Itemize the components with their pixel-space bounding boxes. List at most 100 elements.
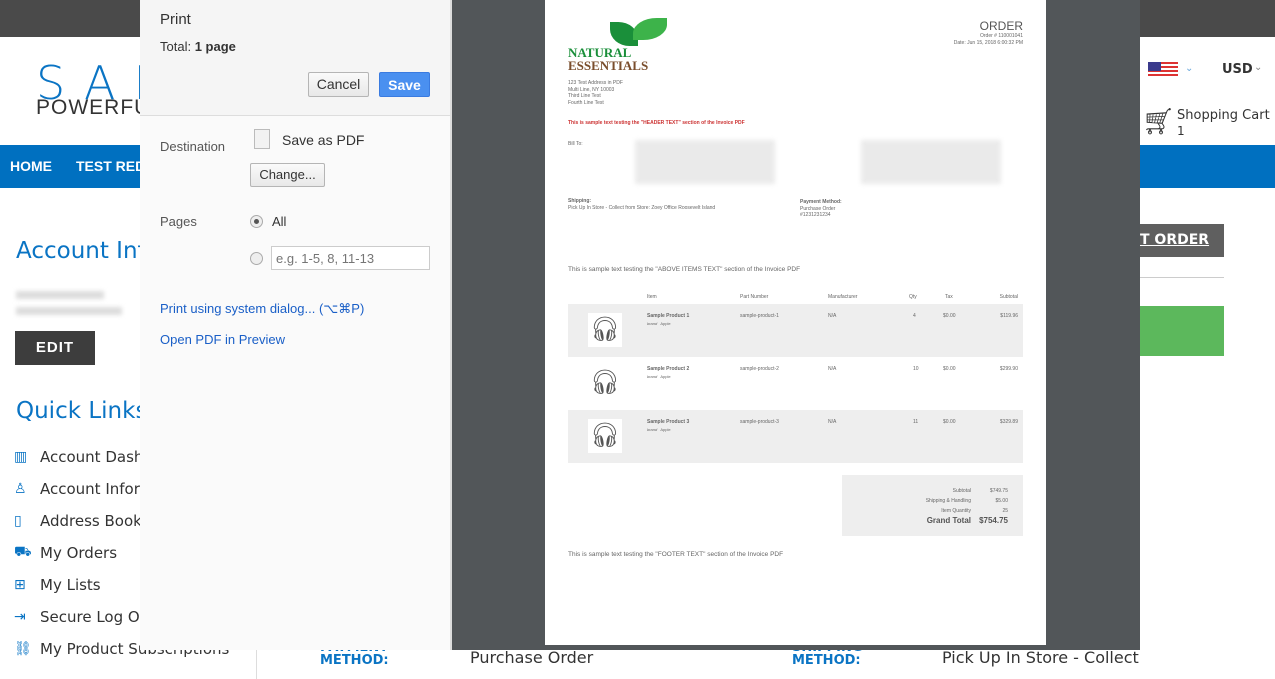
shopping-cart-link[interactable]: Shopping Cart xyxy=(1177,108,1270,123)
item-brand: brand Apple xyxy=(647,427,671,432)
book-icon: ▯ xyxy=(14,513,22,529)
bill-to-label: Bill To: xyxy=(568,141,583,147)
item-qty: 10 xyxy=(913,366,919,372)
total-pages: Total: 1 page xyxy=(160,39,236,54)
invoice-logo-essentials: ESSENTIALS xyxy=(568,58,649,73)
blurred-ship-to xyxy=(861,140,1001,184)
order-button[interactable]: T ORDER xyxy=(1140,224,1224,257)
link-icon: ⛓ xyxy=(14,641,32,657)
col-mfr: Manufacturer xyxy=(828,294,858,300)
save-button[interactable]: Save xyxy=(379,72,430,97)
item-subtotal: $299.90 xyxy=(999,366,1018,372)
table-row: 🎧︎ Sample Product 3 brand Apple sample-p… xyxy=(568,410,1023,463)
item-name: Sample Product 3 xyxy=(647,419,690,425)
col-tax: Tax xyxy=(945,294,953,300)
cart-icon[interactable]: 🛒︎ xyxy=(1142,106,1175,137)
system-dialog-link[interactable]: Print using system dialog... (⌥⌘P) xyxy=(160,301,364,317)
pages-custom-radio[interactable] xyxy=(250,252,263,265)
leaf-logo-icon xyxy=(633,18,667,40)
print-dialog-header: Print Total: 1 page Cancel Save xyxy=(140,0,450,116)
open-preview-link[interactable]: Open PDF in Preview xyxy=(160,332,285,347)
shipping-method-value: Pick Up In Store - Collect xyxy=(942,648,1139,667)
quick-link-lists[interactable]: ⊞ My Lists xyxy=(14,576,101,594)
green-action-button[interactable] xyxy=(1140,306,1224,356)
quick-link-logout[interactable]: ⇥ Secure Log O xyxy=(14,608,140,626)
nav-home[interactable]: HOME xyxy=(10,158,52,174)
document-icon xyxy=(254,129,270,149)
destination-value: Save as PDF xyxy=(282,132,365,148)
item-subtotal: $329.89 xyxy=(999,419,1018,425)
invoice-page: NATURAL ESSENTIALS 123 Test Address in P… xyxy=(545,0,1046,645)
chevron-down-icon: ⌄ xyxy=(1254,62,1263,73)
cancel-button[interactable]: Cancel xyxy=(308,72,369,97)
change-destination-button[interactable]: Change... xyxy=(250,163,325,187)
blurred-email xyxy=(16,307,122,315)
quick-link-orders[interactable]: ⛟ My Orders xyxy=(14,544,117,562)
quick-link-address-book[interactable]: ▯ Address Book xyxy=(14,512,142,530)
chart-icon: ▥ xyxy=(14,449,28,465)
quick-link-dashboard[interactable]: ▥ Account Dash xyxy=(14,448,143,466)
item-mfr: N/A xyxy=(828,419,837,425)
table-row: 🎧︎ Sample Product 1 brand Apple sample-p… xyxy=(568,304,1023,357)
invoice-meta: Order # 110001041 Date: Jun 15, 2018 6:00… xyxy=(953,33,1023,46)
print-title: Print xyxy=(160,11,191,28)
item-subtotal: $119.96 xyxy=(1000,313,1018,319)
quick-links-title: Quick Links xyxy=(16,398,148,424)
shipping-label: Shipping: xyxy=(568,198,592,204)
pages-range-input[interactable] xyxy=(271,246,430,270)
invoice-address: 123 Test Address in PDF Multi Line, NY 10… xyxy=(568,80,623,106)
chevron-down-icon[interactable]: ⌄ xyxy=(1185,63,1193,74)
quick-link-account-info[interactable]: ♙ Account Infor xyxy=(14,480,140,498)
invoice-header-text: This is sample text testing the "HEADER … xyxy=(568,120,745,126)
col-part: Part Number xyxy=(740,294,769,300)
payment-label: Payment Method: xyxy=(800,199,842,205)
grand-total-label: Grand Total xyxy=(926,516,971,525)
grand-total-value: $754.75 xyxy=(979,516,1008,525)
headphones-icon: 🎧︎ xyxy=(588,419,622,453)
col-item: Item xyxy=(647,294,657,300)
item-part: sample-product-2 xyxy=(740,366,779,372)
edit-button[interactable]: EDIT xyxy=(15,331,95,365)
headphones-icon: 🎧︎ xyxy=(588,366,622,400)
item-tax: $0.00 xyxy=(943,366,956,372)
item-tax: $0.00 xyxy=(943,419,956,425)
shipping-value: Pick Up In Store - Collect from Store: Z… xyxy=(568,205,716,211)
item-tax: $0.00 xyxy=(943,313,956,319)
divider xyxy=(256,650,257,679)
headphones-icon: 🎧︎ xyxy=(588,313,622,347)
logout-icon: ⇥ xyxy=(14,609,26,625)
col-qty: Qty xyxy=(909,294,917,300)
item-brand: brand Apple xyxy=(647,321,671,326)
blurred-bill-to xyxy=(635,140,775,184)
cart-count[interactable]: 1 xyxy=(1177,124,1185,138)
gift-icon: ⊞ xyxy=(14,577,26,593)
payment-value: Purchase Order #1231231234 xyxy=(800,206,836,218)
item-part: sample-product-3 xyxy=(740,419,779,425)
above-items-text: This is sample text testing the "ABOVE I… xyxy=(568,266,801,273)
us-flag-icon[interactable] xyxy=(1148,62,1178,78)
item-name: Sample Product 1 xyxy=(647,313,690,319)
item-qty: 11 xyxy=(913,419,919,425)
print-dialog: Print Total: 1 page Cancel Save Destinat… xyxy=(140,0,452,650)
invoice-title: ORDER xyxy=(979,19,1023,33)
destination-label: Destination xyxy=(160,139,226,154)
blurred-name xyxy=(16,291,104,299)
item-name: Sample Product 2 xyxy=(647,366,690,372)
totals-box: Subtotal Shipping & Handling Item Quantity… xyxy=(842,475,1023,536)
item-mfr: N/A xyxy=(828,313,837,319)
pages-all-radio[interactable] xyxy=(250,215,263,228)
item-mfr: N/A xyxy=(828,366,837,372)
currency-selector[interactable]: USD xyxy=(1222,62,1253,77)
user-icon: ♙ xyxy=(14,481,27,497)
pages-label: Pages xyxy=(160,214,197,229)
cart-icon: ⛟ xyxy=(14,544,32,560)
item-part: sample-product-1 xyxy=(740,313,779,319)
pages-all-label: All xyxy=(272,214,287,229)
item-qty: 4 xyxy=(913,313,916,319)
divider xyxy=(1140,277,1224,278)
payment-method-value: Purchase Order xyxy=(470,648,594,667)
account-info-title: Account Inf xyxy=(16,238,146,264)
footer-text: This is sample text testing the "FOOTER … xyxy=(568,551,784,558)
col-subtotal: Subtotal xyxy=(999,294,1018,300)
nav-test-red[interactable]: TEST RED xyxy=(76,158,145,174)
